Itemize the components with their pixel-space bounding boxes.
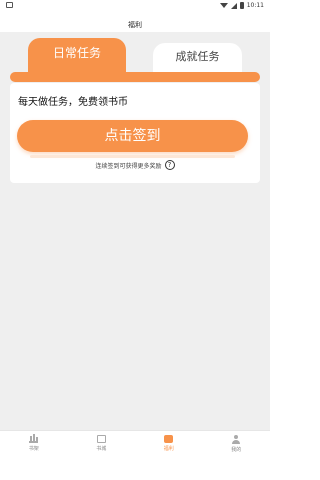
nav-label-profile: 我的 [231,447,242,453]
nav-item-bookstore[interactable]: 书城 [68,431,136,480]
tab-achievement-tasks[interactable]: 成就任务 [153,43,242,72]
gift-icon [164,435,174,443]
tab-indicator-bar [10,72,260,82]
title-bar: 福利 [0,12,270,32]
page-title: 福利 [128,21,142,29]
profile-icon [232,435,241,444]
nav-item-welfare[interactable]: 福利 [135,431,203,480]
signin-button-shadow [30,155,235,158]
signin-hint: 连续签到可获得更多奖励 ? [10,159,260,171]
nav-label-bookshelf: 书架 [28,446,39,452]
status-right: 10:11 [219,2,264,9]
nav-item-bookshelf[interactable]: 书架 [0,431,68,480]
status-clock: 10:11 [246,2,264,9]
nav-label-welfare: 福利 [163,446,174,452]
image-notification-icon [6,2,13,8]
help-question-icon[interactable]: ? [164,160,175,170]
battery-icon [239,2,244,9]
status-bar: 10:11 [0,0,270,12]
bottom-nav: 书架 书城 福利 我的 [0,430,270,480]
status-left [6,2,13,10]
signin-button[interactable]: 点击签到 [17,120,248,152]
task-card: 每天做任务，免费领书币 点击签到 连续签到可获得更多奖励 ? [10,83,260,183]
task-headline: 每天做任务，免费领书币 [18,97,128,108]
tab-daily-tasks[interactable]: 日常任务 [28,38,126,72]
bookstore-icon [96,435,106,443]
task-tabs: 日常任务 成就任务 [10,38,260,82]
content-area: 日常任务 成就任务 每天做任务，免费领书币 点击签到 连续签到可获得更多奖励 ? [0,32,270,430]
wifi-icon [219,3,228,8]
signal-icon [230,2,237,9]
nav-label-bookstore: 书城 [96,446,107,452]
nav-item-profile[interactable]: 我的 [203,431,271,480]
signin-hint-text: 连续签到可获得更多奖励 [95,162,162,170]
bookshelf-icon [29,434,39,443]
